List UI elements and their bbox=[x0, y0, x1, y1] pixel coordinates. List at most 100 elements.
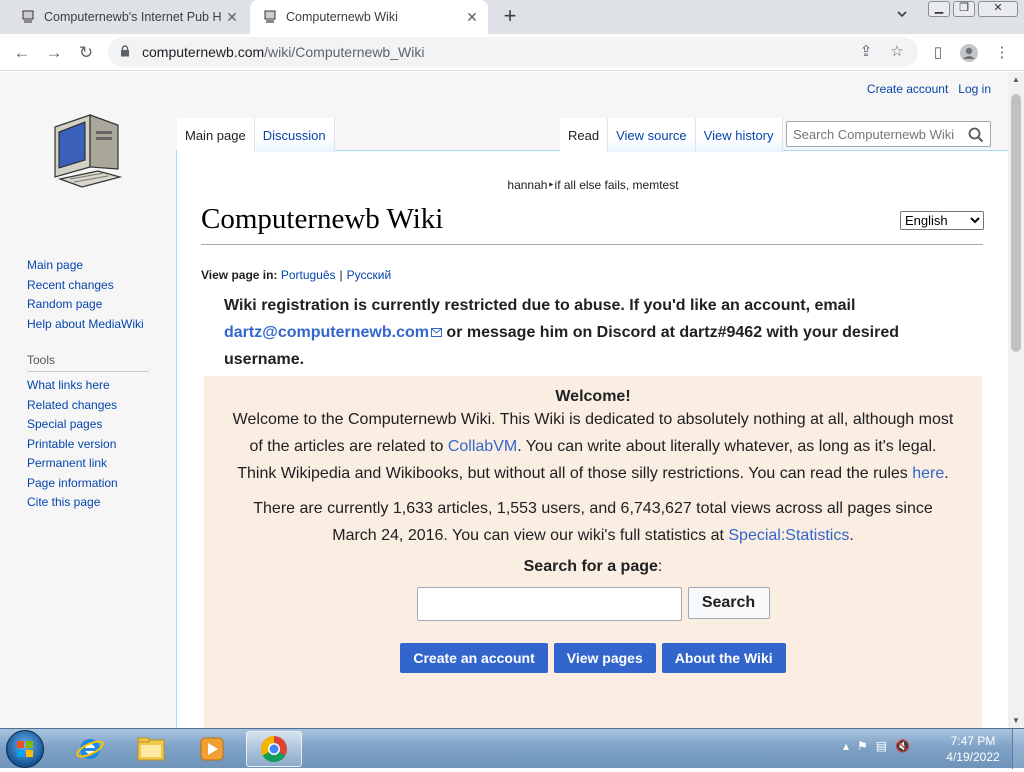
action-center-flag-icon[interactable]: ⚑ bbox=[857, 739, 868, 753]
site-notice: hannah‣if all else fails, memtest bbox=[507, 178, 679, 192]
minimize-button[interactable]: ▁ bbox=[928, 1, 950, 17]
sidebar-item-permanent-link[interactable]: Permanent link bbox=[27, 456, 167, 476]
tab-computernewb-wiki[interactable]: Computernewb Wiki ✕ bbox=[250, 0, 488, 34]
tab-read[interactable]: Read bbox=[560, 118, 609, 152]
separator: | bbox=[339, 268, 343, 282]
namespace-tabs: Main page Discussion bbox=[177, 118, 335, 152]
taskbar: ▴ ⚑ ▤ 🔇 7:47 PM 4/19/2022 bbox=[0, 728, 1024, 769]
registration-notice: Wiki registration is currently restricte… bbox=[224, 292, 964, 373]
browser-toolbar: ← → ↻ computernewb.com/wiki/Computernewb… bbox=[0, 34, 1024, 71]
wiki-search-input[interactable] bbox=[787, 122, 957, 146]
window-close-button[interactable]: ✕ bbox=[978, 1, 1018, 17]
address-bar[interactable]: computernewb.com/wiki/Computernewb_Wiki … bbox=[108, 37, 918, 67]
site-favicon-icon bbox=[262, 9, 278, 25]
share-icon[interactable]: ⇪ bbox=[856, 42, 876, 62]
tab-strip: Computernewb's Internet Pub H ✕ Computer… bbox=[0, 0, 1024, 34]
sidebar-item-cite-this-page[interactable]: Cite this page bbox=[27, 495, 167, 515]
welcome-heading: Welcome! bbox=[555, 388, 631, 405]
stats-paragraph: There are currently 1,633 articles, 1,55… bbox=[204, 495, 982, 549]
content-area: hannah‣if all else fails, memtest Comput… bbox=[176, 150, 1008, 728]
notice-text: Wiki registration is currently restricte… bbox=[224, 297, 856, 314]
stats-text-2: . bbox=[849, 527, 854, 544]
reload-icon[interactable]: ↻ bbox=[74, 41, 98, 65]
scroll-down-arrow-icon[interactable]: ▼ bbox=[1012, 716, 1020, 725]
wiki-logo[interactable] bbox=[50, 107, 125, 195]
start-button[interactable] bbox=[6, 730, 44, 768]
sidebar-item-special-pages[interactable]: Special pages bbox=[27, 417, 167, 437]
tab-search-chevron-icon[interactable] bbox=[896, 8, 914, 26]
collabvm-link[interactable]: CollabVM bbox=[448, 438, 517, 455]
network-icon[interactable]: ▤ bbox=[876, 739, 887, 753]
windows-logo-icon bbox=[17, 741, 33, 757]
system-tray: ▴ ⚑ ▤ 🔇 bbox=[843, 739, 910, 753]
new-tab-button[interactable]: + bbox=[498, 5, 522, 29]
taskbar-explorer[interactable] bbox=[123, 731, 179, 767]
tab-internet-pub[interactable]: Computernewb's Internet Pub H ✕ bbox=[8, 0, 248, 34]
search-icon[interactable] bbox=[968, 127, 984, 143]
close-icon[interactable]: ✕ bbox=[462, 9, 482, 26]
create-an-account-button[interactable]: Create an account bbox=[400, 643, 548, 673]
scroll-up-arrow-icon[interactable]: ▲ bbox=[1012, 75, 1020, 84]
sidebar-item-related-changes[interactable]: Related changes bbox=[27, 398, 167, 418]
clock-time: 7:47 PM bbox=[950, 734, 996, 748]
email-link[interactable]: dartz@computernewb.com bbox=[224, 324, 429, 341]
taskbar-clock[interactable]: 7:47 PM 4/19/2022 bbox=[940, 733, 1006, 765]
kebab-menu-icon[interactable]: ⋮ bbox=[990, 41, 1014, 65]
clock-date: 4/19/2022 bbox=[946, 750, 1000, 764]
taskbar-chrome[interactable] bbox=[246, 731, 302, 767]
search-for-page-label: Search for a page: bbox=[204, 558, 982, 576]
view-tabs: Read View source View history bbox=[560, 118, 783, 152]
create-account-link[interactable]: Create account bbox=[867, 82, 948, 96]
taskbar-media-player[interactable] bbox=[184, 731, 240, 767]
scroll-thumb[interactable] bbox=[1011, 94, 1021, 352]
volume-muted-icon[interactable]: 🔇 bbox=[895, 739, 910, 753]
back-arrow-icon[interactable]: ← bbox=[10, 41, 34, 65]
page-search-button[interactable]: Search bbox=[687, 587, 770, 619]
action-buttons: Create an account View pages About the W… bbox=[204, 643, 982, 673]
forward-arrow-icon[interactable]: → bbox=[42, 41, 66, 65]
tab-view-history[interactable]: View history bbox=[695, 118, 783, 152]
lock-icon bbox=[121, 45, 129, 57]
lang-link-portuguese[interactable]: Português bbox=[281, 268, 336, 282]
show-desktop-button[interactable] bbox=[1012, 729, 1024, 769]
sidebar-item-help[interactable]: Help about MediaWiki bbox=[27, 317, 167, 337]
view-page-in-label: View page in: bbox=[201, 268, 278, 282]
rules-link[interactable]: here bbox=[912, 465, 944, 482]
taskbar-internet-explorer[interactable] bbox=[62, 731, 118, 767]
sidebar-item-printable-version[interactable]: Printable version bbox=[27, 437, 167, 457]
page-title: Computernewb Wiki bbox=[201, 203, 983, 245]
bookmark-star-icon[interactable]: ☆ bbox=[887, 42, 907, 62]
tab-view-source[interactable]: View source bbox=[608, 118, 696, 152]
welcome-text-3: . bbox=[944, 465, 949, 482]
profile-avatar-icon[interactable] bbox=[957, 41, 981, 65]
sidebar-item-page-information[interactable]: Page information bbox=[27, 476, 167, 496]
welcome-paragraph: Welcome to the Computernewb Wiki. This W… bbox=[204, 406, 982, 487]
sidebar-item-recent-changes[interactable]: Recent changes bbox=[27, 278, 167, 298]
view-page-in: View page in: Português | Русский bbox=[201, 268, 391, 282]
sidebar-item-main-page[interactable]: Main page bbox=[27, 258, 167, 278]
page-search-row: Search bbox=[204, 587, 982, 621]
about-the-wiki-button[interactable]: About the Wiki bbox=[661, 643, 786, 673]
window-controls: ▁ ❐ ✕ bbox=[928, 1, 1021, 17]
tab-discussion[interactable]: Discussion bbox=[254, 118, 335, 152]
restore-button[interactable]: ❐ bbox=[953, 1, 975, 17]
close-icon[interactable]: ✕ bbox=[222, 9, 242, 26]
sidebar-item-random-page[interactable]: Random page bbox=[27, 297, 167, 317]
language-select[interactable]: English bbox=[900, 211, 984, 230]
page-scrollbar[interactable]: ▲ ▼ bbox=[1008, 72, 1024, 728]
url-path: /wiki/Computernewb_Wiki bbox=[264, 44, 425, 60]
page-search-input[interactable] bbox=[416, 587, 682, 621]
show-hidden-icons-icon[interactable]: ▴ bbox=[843, 739, 849, 753]
lang-link-russian[interactable]: Русский bbox=[347, 268, 392, 282]
site-favicon-icon bbox=[20, 9, 36, 25]
tab-main-page[interactable]: Main page bbox=[177, 118, 255, 152]
tab-title: Computernewb Wiki bbox=[286, 10, 398, 24]
view-pages-button[interactable]: View pages bbox=[553, 643, 656, 673]
log-in-link[interactable]: Log in bbox=[958, 82, 991, 96]
personal-tools: Create account Log in bbox=[867, 82, 991, 96]
sidebar-item-what-links-here[interactable]: What links here bbox=[27, 378, 167, 398]
statistics-link[interactable]: Special:Statistics bbox=[728, 527, 849, 544]
search-title-colon: : bbox=[657, 558, 663, 575]
side-panel-icon[interactable]: ▯ bbox=[926, 41, 950, 65]
search-title: Search for a page bbox=[523, 558, 658, 575]
